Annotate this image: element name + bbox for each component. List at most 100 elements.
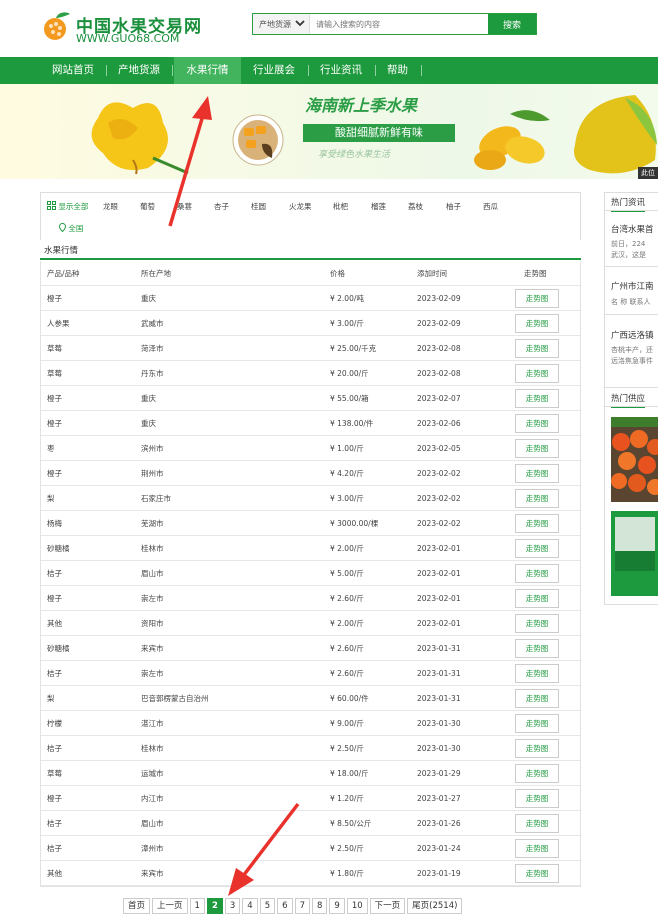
trend-chart-button[interactable]: 走势图 (515, 289, 559, 308)
trend-chart-button[interactable]: 走势图 (515, 814, 559, 833)
trend-chart-button[interactable]: 走势图 (515, 464, 559, 483)
row-origin: 芜湖市 (141, 519, 164, 528)
row-date: 2023-01-31 (417, 644, 461, 653)
filter-fruit[interactable]: 桂圆 (251, 201, 266, 212)
main-nav: 网站首页 产地货源 水果行情 行业展会 行业资讯 帮助 (0, 57, 658, 84)
trend-chart-button[interactable]: 走势图 (515, 339, 559, 358)
trend-chart-button[interactable]: 走势图 (515, 614, 559, 633)
row-origin: 眉山市 (141, 819, 164, 828)
filter-fruit[interactable]: 火龙果 (289, 201, 312, 212)
table-row: 桔子 桂林市 ¥ 2.50/斤 2023-01-30 走势图 (41, 736, 580, 761)
filter-fruit[interactable]: 葡萄 (140, 201, 155, 212)
site-logo[interactable]: 中国水果交易网 WWW.GUO68.COM (40, 8, 201, 48)
row-product: 枣 (47, 444, 55, 453)
trend-chart-button[interactable]: 走势图 (515, 439, 559, 458)
trend-chart-button[interactable]: 走势图 (515, 514, 559, 533)
trend-chart-button[interactable]: 走势图 (515, 714, 559, 733)
search-category-select[interactable]: 产地货源 (253, 14, 310, 34)
news-item-title[interactable]: 台湾水果首 (611, 223, 654, 235)
filter-fruit[interactable]: 枇杷 (333, 201, 348, 212)
news-item-title[interactable]: 广西远洛镇 (611, 329, 654, 341)
nav-item-news[interactable]: 行业资讯 (320, 57, 362, 84)
header-product: 产品/品种 (47, 269, 80, 278)
filter-fruit[interactable]: 杏子 (214, 201, 229, 212)
row-product: 草莓 (47, 344, 62, 353)
row-origin: 崇左市 (141, 594, 164, 603)
filter-fruit[interactable]: 龙眼 (103, 201, 118, 212)
trend-chart-button[interactable]: 走势图 (515, 564, 559, 583)
table-row: 桔子 眉山市 ¥ 8.50/公斤 2023-01-26 走势图 (41, 811, 580, 836)
trend-chart-button[interactable]: 走势图 (515, 539, 559, 558)
nav-divider (421, 65, 422, 76)
trend-chart-button[interactable]: 走势图 (515, 364, 559, 383)
nav-item-market[interactable]: 水果行情 (174, 57, 241, 84)
filter-fruit[interactable]: 荔枝 (408, 201, 423, 212)
filter-fruit[interactable]: 桑葚 (177, 201, 192, 212)
filter-fruit[interactable]: 柚子 (446, 201, 461, 212)
table-row: 桔子 漳州市 ¥ 2.50/斤 2023-01-24 走势图 (41, 836, 580, 861)
trend-chart-button[interactable]: 走势图 (515, 414, 559, 433)
row-origin: 湛江市 (141, 719, 164, 728)
trend-chart-button[interactable]: 走势图 (515, 789, 559, 808)
row-price: ¥ 2.60/斤 (330, 644, 364, 653)
table-row: 梨 石家庄市 ¥ 3.00/斤 2023-02-02 走势图 (41, 486, 580, 511)
row-origin: 来宾市 (141, 869, 164, 878)
supply-image-green[interactable] (611, 511, 658, 596)
trend-chart-button[interactable]: 走势图 (515, 839, 559, 858)
show-all-filter[interactable]: 显示全部 (47, 201, 88, 212)
news-item-title[interactable]: 广州市江南 (611, 280, 654, 292)
row-price: ¥ 2.50/斤 (330, 844, 364, 853)
header-trend: 走势图 (524, 269, 547, 278)
region-filter[interactable]: 全国 (58, 222, 83, 234)
trend-chart-button[interactable]: 走势图 (515, 639, 559, 658)
nav-item-home[interactable]: 网站首页 (52, 57, 94, 84)
row-origin: 武威市 (141, 319, 164, 328)
site-header: 中国水果交易网 WWW.GUO68.COM 产地货源 搜索 (0, 0, 658, 56)
trend-chart-button[interactable]: 走势图 (515, 739, 559, 758)
banner-title: 海南新上季水果 (305, 96, 418, 115)
row-date: 2023-02-01 (417, 544, 461, 553)
search-input[interactable] (310, 14, 488, 34)
row-date: 2023-01-24 (417, 844, 461, 853)
mango-slices-image (232, 114, 284, 166)
trend-chart-button[interactable]: 走势图 (515, 664, 559, 683)
trend-chart-button[interactable]: 走势图 (515, 489, 559, 508)
nav-item-help[interactable]: 帮助 (387, 57, 408, 84)
supply-image-oranges[interactable] (611, 417, 658, 502)
table-row: 橙子 荆州市 ¥ 4.20/斤 2023-02-02 走势图 (41, 461, 580, 486)
trend-chart-button[interactable]: 走势图 (515, 689, 559, 708)
row-date: 2023-02-08 (417, 369, 461, 378)
trend-chart-button[interactable]: 走势图 (515, 589, 559, 608)
table-row: 桔子 眉山市 ¥ 5.00/斤 2023-02-01 走势图 (41, 561, 580, 586)
table-row: 桔子 崇左市 ¥ 2.60/斤 2023-01-31 走势图 (41, 661, 580, 686)
nav-item-supply[interactable]: 产地货源 (118, 57, 160, 84)
trend-chart-button[interactable]: 走势图 (515, 764, 559, 783)
filter-fruit[interactable]: 西瓜 (483, 201, 498, 212)
trend-chart-button[interactable]: 走势图 (515, 389, 559, 408)
search-button[interactable]: 搜索 (488, 14, 536, 34)
row-date: 2023-01-31 (417, 694, 461, 703)
trend-chart-button[interactable]: 走势图 (515, 314, 559, 333)
row-origin: 重庆 (141, 394, 156, 403)
row-product: 橙子 (47, 469, 62, 478)
row-origin: 来宾市 (141, 644, 164, 653)
row-product: 橙子 (47, 294, 62, 303)
filter-fruit[interactable]: 榴莲 (371, 201, 386, 212)
table-row: 枣 滨州市 ¥ 1.00/斤 2023-02-05 走势图 (41, 436, 580, 461)
table-row: 梨 巴音郭楞蒙古自治州 ¥ 60.00/件 2023-01-31 走势图 (41, 686, 580, 711)
news-item-summary: 前日，224 (611, 240, 646, 248)
table-row: 草莓 丹东市 ¥ 20.00/斤 2023-02-08 走势图 (41, 361, 580, 386)
nav-item-expo[interactable]: 行业展会 (253, 57, 295, 84)
news-item-summary: 名 称 联系人 (611, 298, 651, 306)
row-date: 2023-01-30 (417, 719, 461, 728)
section-divider (40, 258, 581, 260)
row-price: ¥ 1.80/斤 (330, 869, 364, 878)
trend-chart-button[interactable]: 走势图 (515, 864, 559, 883)
banner-tag: 此位 (638, 167, 658, 179)
table-header: 产品/品种 所在产地 价格 添加时间 走势图 (41, 261, 580, 286)
table-row: 砂糖橘 桂林市 ¥ 2.00/斤 2023-02-01 走势图 (41, 536, 580, 561)
promo-banner[interactable]: 海南新上季水果 酸甜细腻新鲜有味 享受绿色水果生活 此位 (0, 84, 658, 179)
row-date: 2023-02-08 (417, 344, 461, 353)
location-pin-icon (58, 222, 67, 233)
row-price: ¥ 3.00/斤 (330, 494, 364, 503)
